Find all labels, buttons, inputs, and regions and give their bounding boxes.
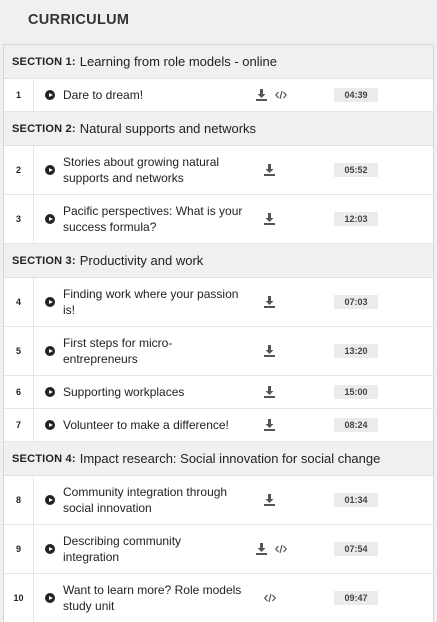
lesson-title[interactable]: First steps for micro-entrepreneurs <box>63 335 183 367</box>
lesson-title[interactable]: Describing community integration <box>63 533 193 565</box>
section-number: SECTION 1: <box>12 55 76 68</box>
section-title: Learning from role models - online <box>79 54 278 69</box>
lesson-row[interactable]: 1 Dare to dream! 04:39 <box>4 79 433 112</box>
lesson-duration: 15:00 <box>334 385 378 399</box>
section-header-4: SECTION 4: Impact research: Social innov… <box>4 442 433 476</box>
lesson-row[interactable]: 7 Volunteer to make a difference! 08:24 <box>4 409 433 442</box>
section-title: Natural supports and networks <box>79 121 257 136</box>
lesson-row[interactable]: 5 First steps for micro-entrepreneurs 13… <box>4 327 433 376</box>
lesson-title[interactable]: Want to learn more? Role models study un… <box>63 582 243 614</box>
lesson-row[interactable]: 3 Pacific perspectives: What is your suc… <box>4 195 433 244</box>
page-title: CURRICULUM <box>28 12 130 28</box>
lesson-number: 4 <box>4 278 34 326</box>
download-icon[interactable] <box>264 419 275 431</box>
lesson-title[interactable]: Volunteer to make a difference! <box>63 417 243 433</box>
lesson-duration: 13:20 <box>334 344 378 358</box>
lesson-row[interactable]: 6 Supporting workplaces 15:00 <box>4 376 433 409</box>
lesson-duration: 04:39 <box>334 88 378 102</box>
section-number: SECTION 4: <box>12 452 76 465</box>
lesson-duration: 09:47 <box>334 591 378 605</box>
lesson-row[interactable]: 10 Want to learn more? Role models study… <box>4 574 433 622</box>
lesson-number: 8 <box>4 476 34 524</box>
lesson-duration: 05:52 <box>334 163 378 177</box>
play-icon[interactable] <box>45 214 55 224</box>
lesson-row[interactable]: 9 Describing community integration 07:54 <box>4 525 433 574</box>
play-icon[interactable] <box>45 387 55 397</box>
lesson-number: 7 <box>4 409 34 441</box>
download-icon[interactable] <box>264 386 275 398</box>
download-icon[interactable] <box>256 89 267 101</box>
play-icon[interactable] <box>45 593 55 603</box>
section-number: SECTION 3: <box>12 254 76 267</box>
section-title: Productivity and work <box>79 253 204 268</box>
lesson-number: 2 <box>4 146 34 194</box>
lesson-title[interactable]: Finding work where your passion is! <box>63 286 243 318</box>
lesson-number: 6 <box>4 376 34 408</box>
play-icon[interactable] <box>45 165 55 175</box>
embed-icon[interactable] <box>275 90 287 100</box>
embed-icon[interactable] <box>264 593 276 603</box>
lesson-title[interactable]: Pacific perspectives: What is your succe… <box>63 203 243 235</box>
lesson-row[interactable]: 8 Community integration through social i… <box>4 476 433 525</box>
lesson-duration: 07:03 <box>334 295 378 309</box>
play-icon[interactable] <box>45 420 55 430</box>
section-header-3: SECTION 3: Productivity and work <box>4 244 433 278</box>
download-icon[interactable] <box>264 296 275 308</box>
lesson-row[interactable]: 4 Finding work where your passion is! 07… <box>4 278 433 327</box>
section-header-1: SECTION 1: Learning from role models - o… <box>4 45 433 79</box>
lesson-title[interactable]: Community integration through social inn… <box>63 484 243 516</box>
play-icon[interactable] <box>45 495 55 505</box>
download-icon[interactable] <box>264 164 275 176</box>
lesson-duration: 07:54 <box>334 542 378 556</box>
lesson-duration: 12:03 <box>334 212 378 226</box>
section-header-2: SECTION 2: Natural supports and networks <box>4 112 433 146</box>
download-icon[interactable] <box>256 543 267 555</box>
lesson-number: 1 <box>4 79 34 111</box>
curriculum-page: CURRICULUM SECTION 1: Learning from role… <box>0 0 437 622</box>
lesson-duration: 08:24 <box>334 418 378 432</box>
curriculum-list: SECTION 1: Learning from role models - o… <box>3 44 434 622</box>
lesson-title[interactable]: Supporting workplaces <box>63 384 243 400</box>
play-icon[interactable] <box>45 544 55 554</box>
lesson-number: 5 <box>4 327 34 375</box>
play-icon[interactable] <box>45 90 55 100</box>
download-icon[interactable] <box>264 494 275 506</box>
play-icon[interactable] <box>45 297 55 307</box>
lesson-duration: 01:34 <box>334 493 378 507</box>
download-icon[interactable] <box>264 213 275 225</box>
lesson-title[interactable]: Dare to dream! <box>63 87 243 103</box>
play-icon[interactable] <box>45 346 55 356</box>
section-number: SECTION 2: <box>12 122 76 135</box>
lesson-number: 10 <box>4 574 34 622</box>
lesson-row[interactable]: 2 Stories about growing natural supports… <box>4 146 433 195</box>
download-icon[interactable] <box>264 345 275 357</box>
section-title: Impact research: Social innovation for s… <box>79 451 381 466</box>
lesson-title[interactable]: Stories about growing natural supports a… <box>63 154 243 186</box>
lesson-number: 3 <box>4 195 34 243</box>
lesson-number: 9 <box>4 525 34 573</box>
embed-icon[interactable] <box>275 544 287 554</box>
